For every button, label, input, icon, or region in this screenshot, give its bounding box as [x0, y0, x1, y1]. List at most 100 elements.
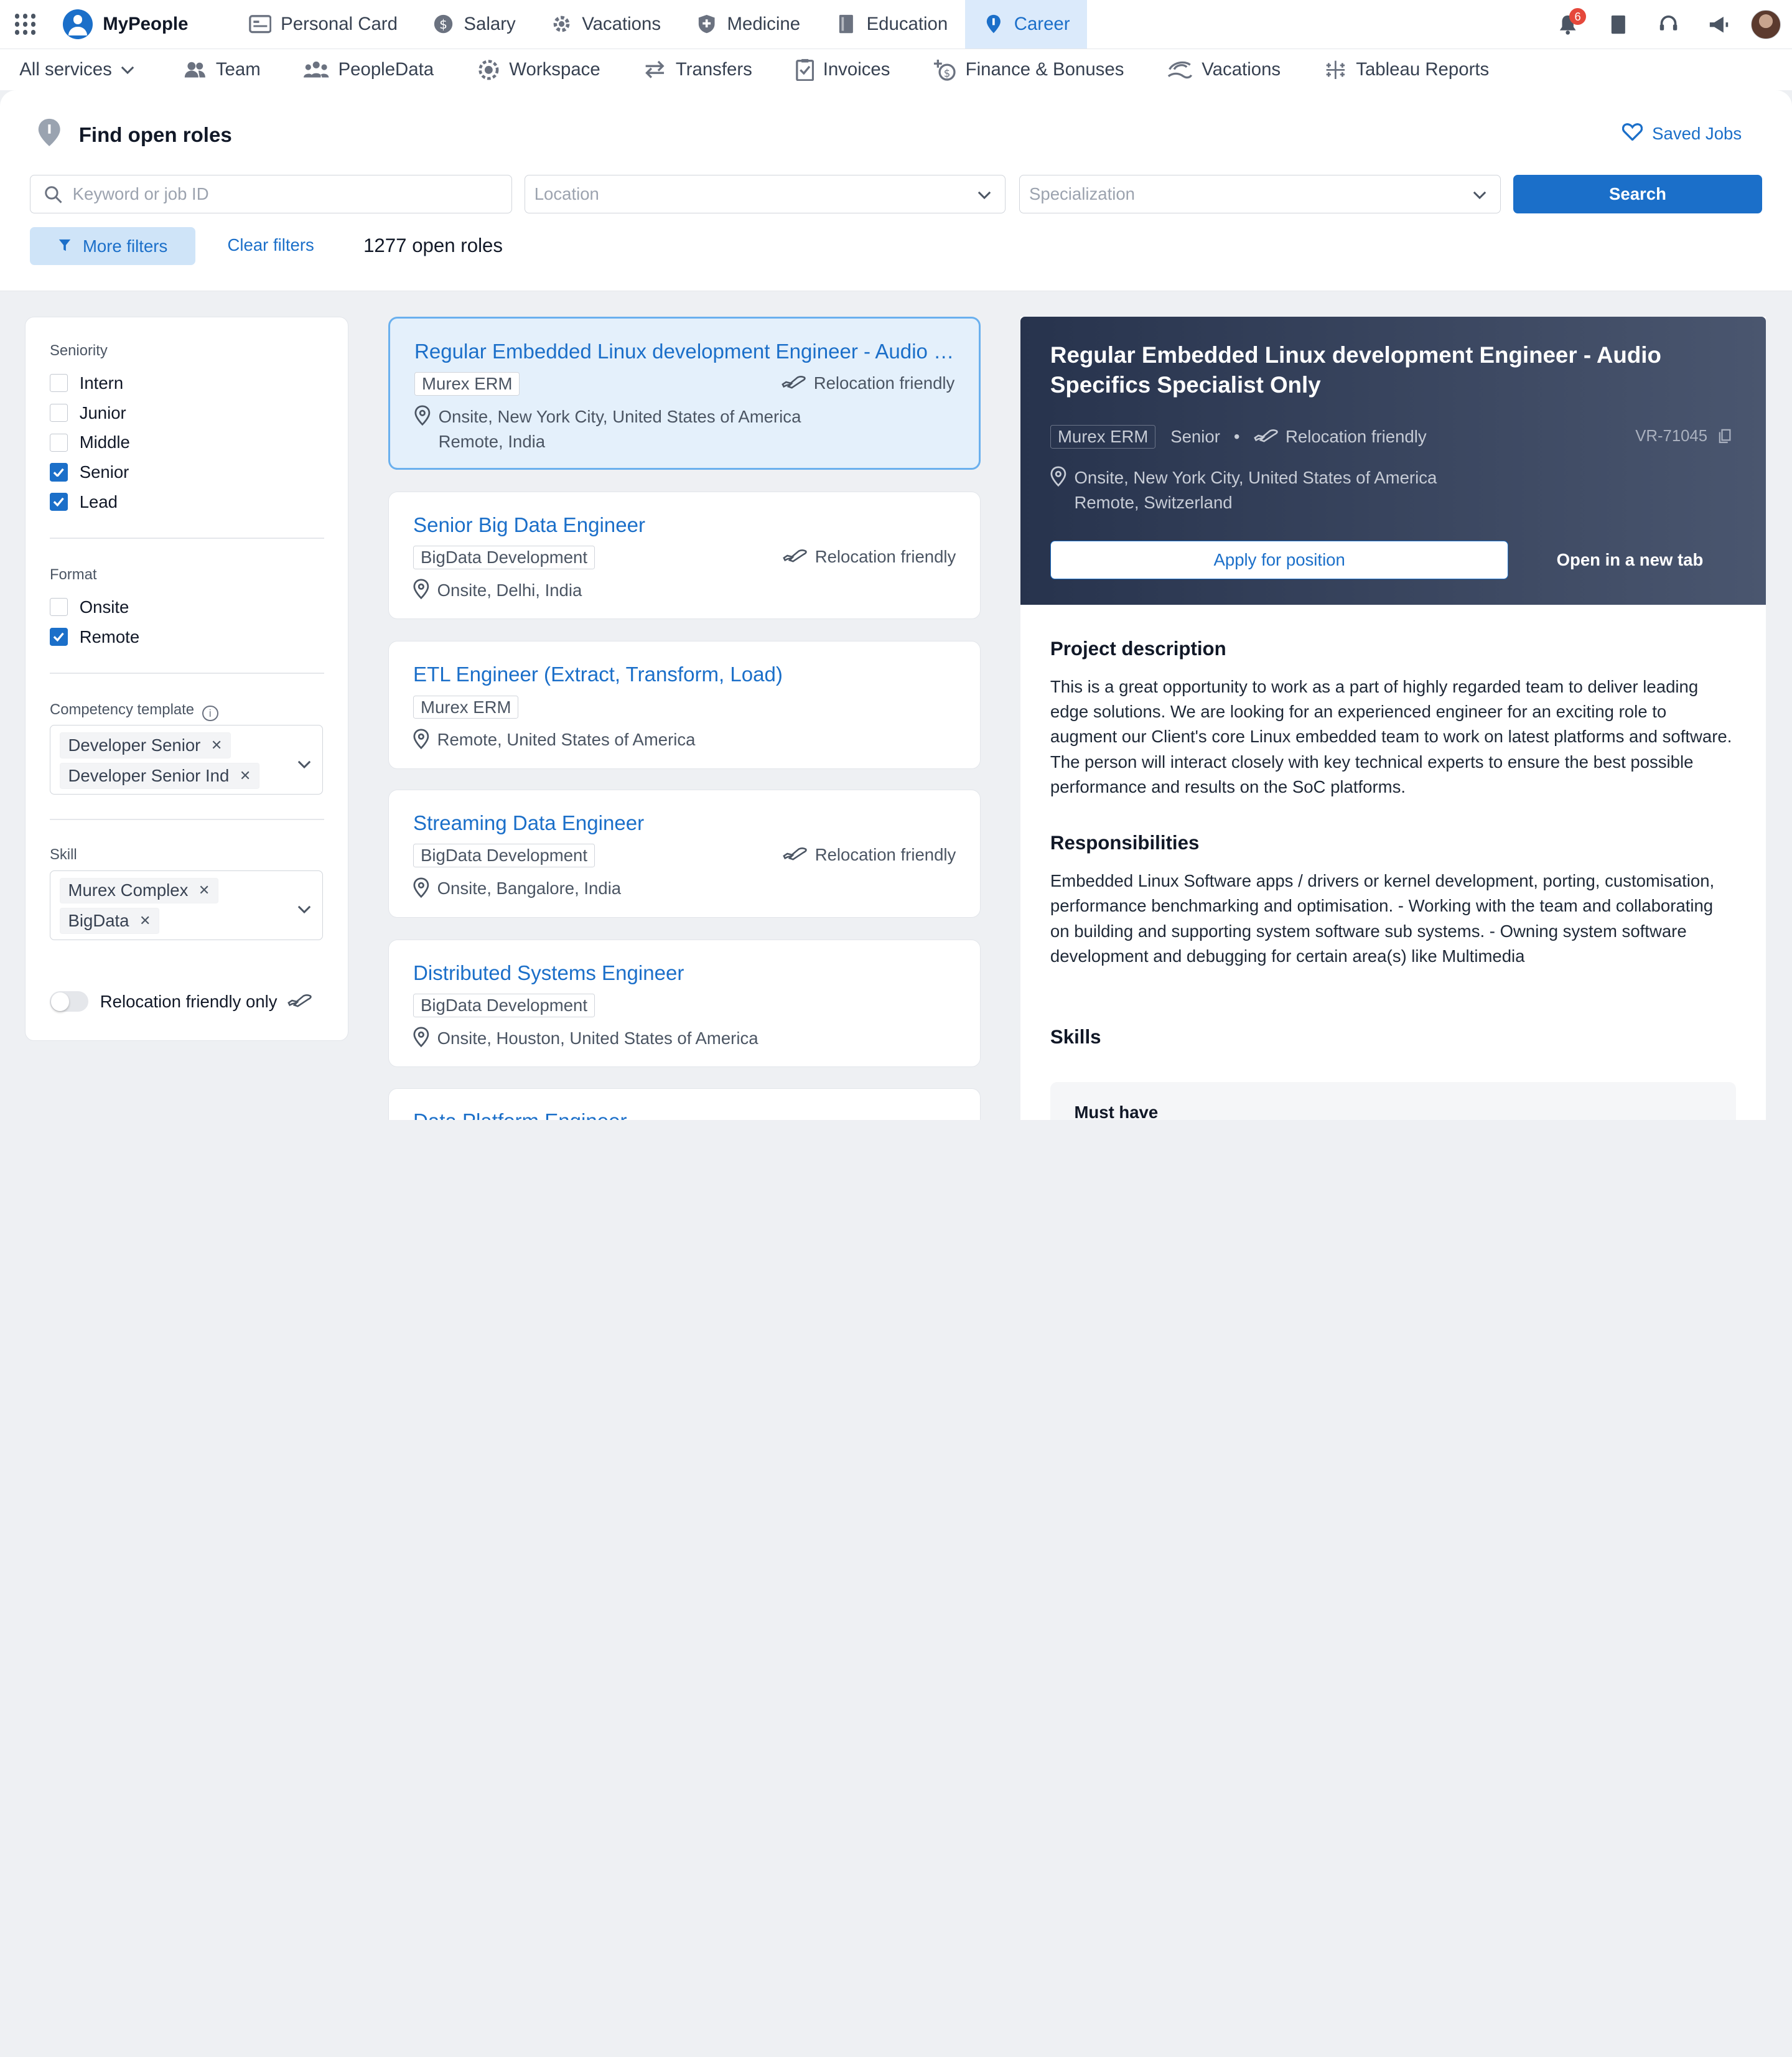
seniority-lead-checkbox[interactable]: Lead	[49, 492, 118, 512]
location-pin-icon	[413, 1027, 429, 1051]
brand[interactable]: MyPeople	[63, 9, 188, 39]
job-title[interactable]: Streaming Data Engineer	[413, 812, 957, 836]
job-location: Remote, India	[438, 431, 546, 451]
nav-vacations[interactable]: Vacations	[533, 0, 678, 49]
workspace-icon	[477, 58, 500, 82]
remove-chip-icon[interactable]: ✕	[211, 737, 222, 753]
service-peopledata[interactable]: PeopleData	[304, 59, 434, 80]
service-tableau-reports[interactable]: Tableau Reports	[1324, 58, 1489, 82]
remove-chip-icon[interactable]: ✕	[240, 768, 251, 784]
apps-grid-icon[interactable]	[12, 12, 37, 37]
specialization-select[interactable]: Specialization	[1019, 175, 1501, 214]
checkbox-label: Senior	[79, 462, 129, 482]
job-card[interactable]: ETL Engineer (Extract, Transform, Load) …	[388, 641, 981, 770]
format-remote-checkbox[interactable]: Remote	[49, 627, 139, 647]
job-id: VR-71045	[1635, 427, 1731, 445]
job-title[interactable]: Distributed Systems Engineer	[413, 962, 957, 986]
job-card[interactable]: Streaming Data Engineer BigData Developm…	[388, 790, 981, 918]
service-workspace[interactable]: Workspace	[477, 58, 600, 82]
service-label: PeopleData	[338, 59, 434, 80]
apply-button[interactable]: Apply for position	[1050, 540, 1509, 580]
checkbox[interactable]	[49, 433, 68, 452]
nav-education[interactable]: Education	[818, 0, 965, 49]
service-label: Tableau Reports	[1356, 59, 1490, 80]
location-select[interactable]: Location	[525, 175, 1006, 214]
job-card[interactable]: Regular Embedded Linux development Engin…	[388, 316, 981, 470]
skill-select[interactable]: Murex Complex ✕ BigData ✕	[49, 870, 323, 940]
chevron-down-icon[interactable]	[297, 898, 311, 920]
copy-icon[interactable]	[1719, 429, 1731, 444]
job-title[interactable]: Data Platform Engineer	[413, 1110, 957, 1120]
skill-title: Skill	[49, 846, 77, 864]
seniority-senior-checkbox[interactable]: Senior	[49, 462, 129, 482]
job-title[interactable]: Senior Big Data Engineer	[413, 514, 957, 538]
nav-label: Career	[1014, 13, 1070, 34]
clear-filters-link[interactable]: Clear filters	[228, 235, 314, 255]
service-finance-bonuses[interactable]: $ Finance & Bonuses	[933, 58, 1124, 82]
more-filters-button[interactable]: More filters	[29, 227, 196, 266]
megaphone-icon[interactable]	[1694, 0, 1744, 49]
job-id-value: VR-71045	[1635, 427, 1708, 445]
plane-icon	[782, 375, 806, 391]
service-vacations[interactable]: Vacations	[1167, 59, 1281, 80]
checkbox[interactable]	[49, 374, 68, 393]
service-label: Transfers	[675, 59, 752, 80]
support-icon[interactable]	[1643, 0, 1694, 49]
document-icon[interactable]	[1593, 0, 1643, 49]
avatar[interactable]	[1750, 9, 1781, 40]
relocation-toggle[interactable]	[49, 991, 89, 1012]
search-button[interactable]: Search	[1513, 175, 1763, 214]
info-icon[interactable]: i	[202, 705, 218, 722]
responsibilities-text: Embedded Linux Software apps / drivers o…	[1050, 870, 1715, 966]
seniority-intern-checkbox[interactable]: Intern	[49, 373, 123, 393]
all-services-dropdown[interactable]: All services	[19, 59, 134, 80]
job-card[interactable]: Data Platform Engineer	[388, 1088, 981, 1120]
job-tag: Murex ERM	[413, 695, 519, 719]
checkbox-label: Middle	[79, 432, 130, 452]
id-card-icon	[248, 13, 272, 36]
heart-icon	[1622, 123, 1643, 145]
filter-icon	[58, 236, 72, 256]
remove-chip-icon[interactable]: ✕	[139, 913, 151, 929]
nav-medicine[interactable]: Medicine	[678, 0, 818, 49]
search-icon	[44, 185, 62, 203]
competency-chip: Developer Senior ✕	[59, 732, 231, 758]
nav-career[interactable]: Career	[964, 0, 1088, 49]
bell-icon[interactable]: 6	[1543, 0, 1594, 49]
divider	[49, 538, 324, 539]
top-right-actions: 6	[1543, 0, 1792, 49]
seniority-middle-checkbox[interactable]: Middle	[49, 432, 130, 452]
job-card[interactable]: Distributed Systems Engineer BigData Dev…	[388, 939, 981, 1068]
chevron-down-icon[interactable]	[297, 753, 311, 774]
service-team[interactable]: Team	[184, 59, 261, 80]
open-roles-number: 1277	[363, 234, 407, 256]
checkbox[interactable]	[49, 403, 68, 422]
open-roles-count: 1277 open roles	[363, 235, 503, 257]
remove-chip-icon[interactable]: ✕	[198, 882, 210, 898]
checkbox[interactable]	[49, 598, 68, 617]
checkbox-checked[interactable]	[49, 627, 68, 646]
dollar-icon: $	[432, 13, 455, 36]
nav-label: Education	[866, 13, 948, 34]
divider	[49, 819, 324, 820]
open-new-tab-button[interactable]: Open in a new tab	[1557, 541, 1704, 579]
nav-personal-card[interactable]: Personal Card	[231, 0, 414, 49]
relocation-friendly: Relocation friendly	[783, 547, 956, 567]
job-title[interactable]: ETL Engineer (Extract, Transform, Load)	[413, 663, 957, 687]
seniority-junior-checkbox[interactable]: Junior	[49, 403, 126, 423]
service-invoices[interactable]: Invoices	[795, 58, 890, 82]
keyword-input[interactable]: Keyword or job ID	[29, 175, 512, 214]
page: MyPeople Personal Card $ Salary Vacation…	[0, 0, 1792, 1120]
competency-select[interactable]: Developer Senior ✕ Developer Senior Ind ✕	[49, 725, 323, 795]
job-card[interactable]: Senior Big Data Engineer BigData Develop…	[388, 491, 981, 620]
job-title[interactable]: Regular Embedded Linux development Engin…	[414, 340, 958, 364]
checkbox-checked[interactable]	[49, 463, 68, 482]
nav-salary[interactable]: $ Salary	[414, 0, 533, 49]
nav-label: Personal Card	[281, 13, 398, 34]
saved-jobs-link[interactable]: Saved Jobs	[1622, 123, 1742, 145]
job-tag: BigData Development	[413, 844, 595, 868]
service-transfers[interactable]: Transfers	[643, 59, 752, 80]
format-onsite-checkbox[interactable]: Onsite	[49, 597, 129, 617]
checkbox-checked[interactable]	[49, 493, 68, 511]
competency-title-label: Competency template	[49, 701, 195, 718]
